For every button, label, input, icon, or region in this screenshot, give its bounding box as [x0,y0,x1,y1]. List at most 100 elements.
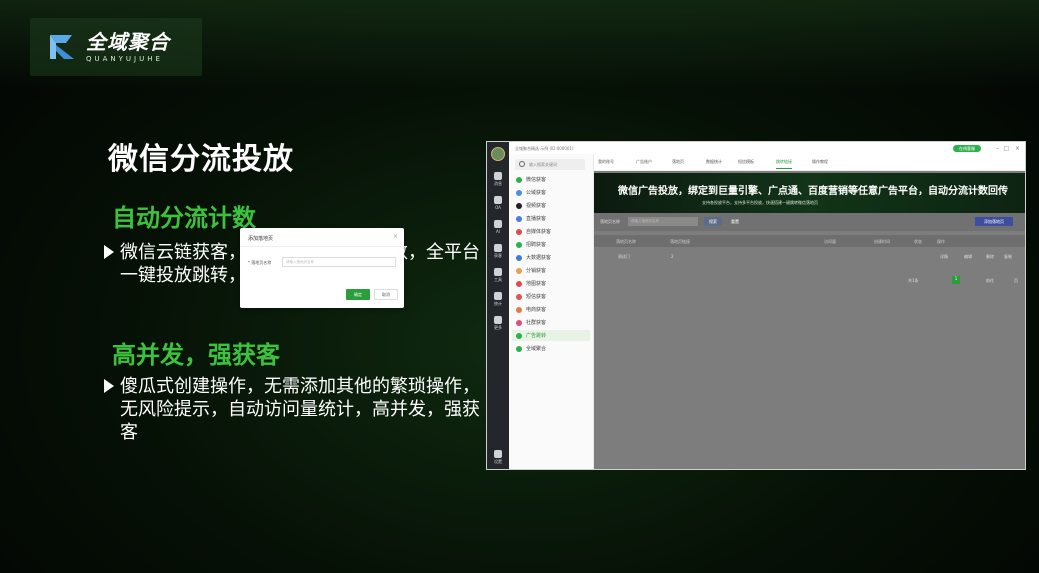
banner-title: 微信广告投放，绑定到巨量引擎、广点通、百度营销等任意广告平台，自动分流计数回传 [618,186,1008,197]
list-item[interactable]: 公域获客 [512,187,590,198]
sidebar-label: OA [495,205,501,210]
list-item-label: 自媒体获客 [526,229,552,235]
sidebar-item[interactable]: 工具 [487,268,509,283]
app-window: 消息 OA AI 获客 工具 统计 更多 设置 全域聚合精选·示例 (ID:00… [486,141,1026,470]
pagination-suffix: 页 [1014,278,1018,283]
cancel-button[interactable]: 取消 [374,289,398,300]
list-item[interactable]: 社群获客 [512,317,590,328]
tab-item[interactable]: 跳转链接 [776,159,792,169]
list-item[interactable]: 招聘获客 [512,239,590,250]
logo-title: 全域聚合 [86,30,170,54]
sidebar-label: 统计 [494,301,502,306]
delete-link[interactable]: 删除 [986,254,994,260]
maximize-icon[interactable]: □ [1003,145,1009,152]
settings-icon [494,450,502,458]
filter-label: 落地页名称 [600,219,620,224]
list-item-icon [516,267,522,274]
bullet-triangle-icon [104,245,114,259]
copy-link[interactable]: 复制 [1004,254,1012,260]
list-item-icon [516,176,522,183]
list-item-icon [516,241,522,248]
list-item[interactable]: 地图获客 [512,278,590,289]
table-cell: 2 [671,254,674,259]
close-icon[interactable]: × [393,233,398,240]
app-sidebar: 消息 OA AI 获客 工具 统计 更多 设置 [487,142,509,469]
list-item-icon [516,189,522,196]
list-item-label: 电商获客 [526,307,547,313]
tab-item[interactable]: 短信模板 [738,159,754,165]
sidebar-label: 设置 [494,459,502,464]
list-item-icon [516,228,522,235]
sidebar-item[interactable]: 设置 [487,450,509,465]
list-item-icon [516,280,522,287]
sidebar-label: 获客 [494,253,502,258]
list-item[interactable]: 短信获客 [512,291,590,302]
list-item[interactable]: 电商获客 [512,304,590,315]
sidebar-label: 工具 [494,277,502,282]
edit-link[interactable]: 编辑 [964,254,972,260]
column-header: 落地页名称 [616,239,636,244]
sidebar-label: 更多 [494,325,502,330]
list-item-label: 视频获客 [526,203,547,209]
detail-link[interactable]: 详情 [940,254,948,260]
list-item[interactable]: 大数据获客 [512,252,590,263]
add-landing-page-dialog: 添加落地页 × * 落地页名称 请输入落地页名称 确定 取消 [240,228,404,308]
pagination-page[interactable]: 1 [952,276,960,284]
list-item-icon [516,293,522,300]
search-placeholder: 输入搜索关键词 [529,162,557,167]
content-area: 微信广告投放，绑定到巨量引擎、广点通、百度营销等任意广告平台，自动分流计数回传 … [594,171,1025,469]
banner-subtitle: 支持各投放平台，支持多平台投放，快速搭建一键跳转微信落地页 [702,200,818,205]
sidebar-item[interactable]: 消息 [487,172,509,187]
dialog-title: 添加落地页 [248,236,274,242]
list-item[interactable]: 自媒体获客 [512,226,590,237]
tab-item[interactable]: 广告账户 [636,159,652,165]
logo-icon [50,35,74,59]
list-item-icon [516,254,522,261]
sidebar-label: AI [496,229,500,234]
sidebar-item[interactable]: 统计 [487,292,509,307]
close-icon[interactable]: × [1015,145,1020,152]
list-item-icon [516,332,522,339]
logo-subtitle: QUANYUJUHE [86,55,163,63]
app-title: 全域聚合精选·示例 (ID:000001) [515,146,574,151]
sidebar-item[interactable]: 更多 [487,316,509,331]
list-item-label: 社群获客 [526,320,547,326]
avatar[interactable] [491,147,505,161]
section2-text: 傻瓜式创建操作，无需添加其他的繁琐操作，无风险提示，自动访问量统计，高并发，强获… [120,376,480,443]
ai-icon [494,220,502,228]
confirm-button[interactable]: 确定 [346,289,370,300]
bullet-triangle-icon [104,379,114,393]
list-item[interactable]: 微信获客 [512,174,590,185]
list-item-label: 直播获客 [526,216,547,222]
list-item-label: 招聘获客 [526,242,547,248]
landing-page-name-input[interactable]: 请输入落地页名称 [282,257,396,267]
online-service-badge[interactable]: 在线客服 [953,145,981,152]
minimize-icon[interactable]: – [996,145,999,152]
column-header: 操作 [937,239,945,244]
column-header: 访问量 [824,239,836,244]
search-input[interactable]: 输入搜索关键词 [515,159,585,170]
tab-item[interactable]: 落地页 [672,159,684,165]
search-button[interactable]: 搜索 [704,217,722,226]
feature-list: 输入搜索关键词 微信获客公域获客视频获客直播获客自媒体获客招聘获客大数据获客分销… [509,154,594,469]
list-item-icon [516,319,522,326]
list-item[interactable]: 广告跳转 [512,330,590,341]
section2-heading: 高并发，强获客 [112,341,280,369]
add-landing-page-button[interactable]: 添加落地页 [975,217,1013,226]
field-label: * 落地页名称 [248,260,272,265]
list-item[interactable]: 全域聚合 [512,343,590,354]
filter-input[interactable]: 请输入落地页名称 [628,217,698,226]
tab-item[interactable]: 操作教程 [812,159,828,165]
tab-item[interactable]: 我的账号 [598,159,614,165]
sidebar-item[interactable]: 获客 [487,244,509,259]
tab-item[interactable]: 数据统计 [706,159,722,165]
sidebar-item[interactable]: OA [487,196,509,210]
search-icon [519,161,525,167]
list-item[interactable]: 直播获客 [512,213,590,224]
sidebar-item[interactable]: AI [487,220,509,234]
sidebar-label: 消息 [494,181,502,186]
list-item-icon [516,202,522,209]
reset-button[interactable]: 重置 [726,217,744,226]
list-item[interactable]: 分销获客 [512,265,590,276]
list-item[interactable]: 视频获客 [512,200,590,211]
